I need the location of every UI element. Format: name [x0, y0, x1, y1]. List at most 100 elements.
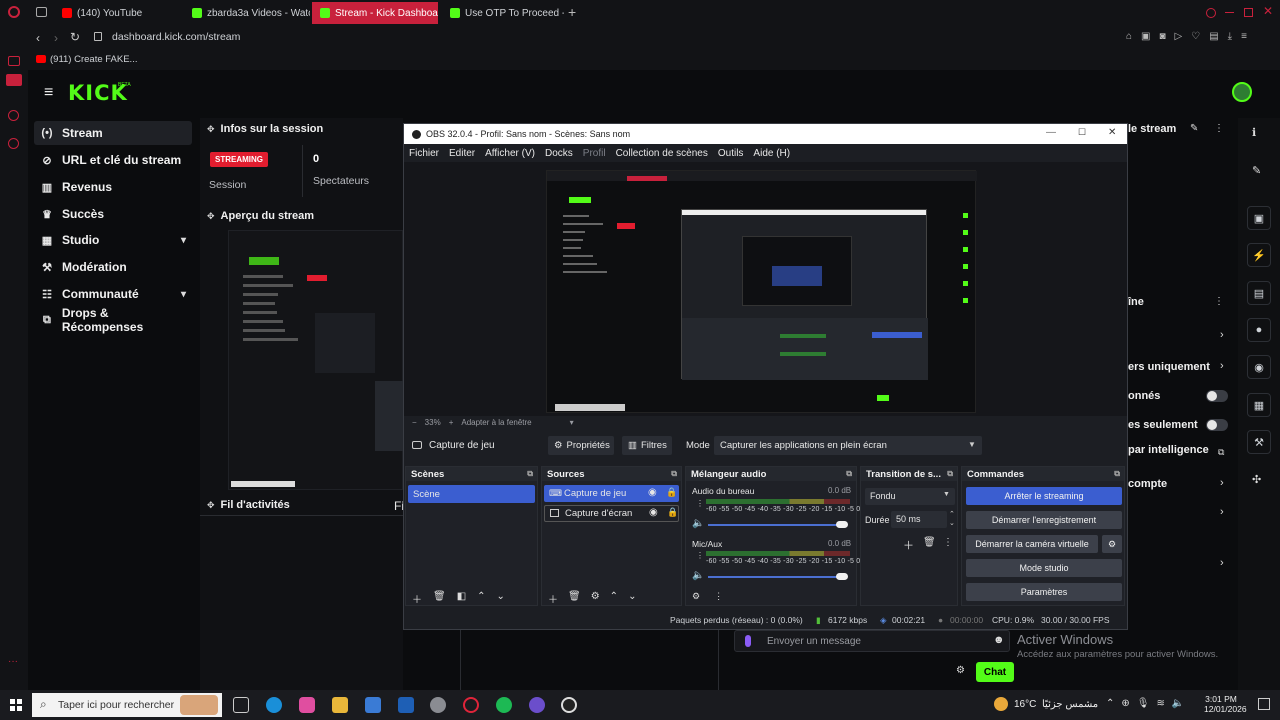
obs-taskbar-icon[interactable]	[561, 697, 577, 713]
add-icon[interactable]: ＋	[412, 591, 422, 606]
eye-icon[interactable]: ◉	[649, 507, 658, 518]
info-icon[interactable]: ℹ	[1252, 126, 1256, 139]
sidebar-apps-icon[interactable]	[8, 56, 20, 66]
chat-input[interactable]: Envoyer un message ☻	[734, 630, 1010, 652]
close-window-icon[interactable]: ✕	[1108, 127, 1116, 138]
trash-icon[interactable]: 🗑	[568, 591, 581, 606]
arrow-down-icon[interactable]: ⌄	[628, 591, 636, 606]
edge-icon[interactable]	[266, 697, 282, 713]
apps-icon[interactable]: ✣	[1252, 473, 1261, 486]
chevron-right-icon[interactable]: ›	[1220, 557, 1224, 569]
opera-logo-icon[interactable]	[8, 6, 20, 18]
reload-icon[interactable]: ↻	[70, 30, 80, 44]
more-options-icon[interactable]: ⋮	[1214, 123, 1224, 134]
copilot-icon[interactable]	[299, 697, 315, 713]
capture-mode-select[interactable]: Capturer les applications en plein écran…	[714, 436, 982, 455]
filter-icon[interactable]: ◧	[457, 591, 466, 606]
sidebar-item-drops[interactable]: ⧉ Drops & Récompenses	[34, 306, 192, 334]
add-icon[interactable]: ＋	[548, 591, 558, 606]
maximize-window-icon[interactable]	[1244, 8, 1253, 17]
undock-icon[interactable]: ⧉	[1114, 469, 1120, 479]
sidebar-item-community[interactable]: ☷ Communauté ▾	[34, 282, 192, 306]
settings-gear-icon[interactable]: ⚙	[956, 665, 965, 676]
studio-mode-button[interactable]: Mode studio	[966, 559, 1122, 577]
undock-icon[interactable]: ⧉	[671, 469, 677, 479]
fit-window-button[interactable]: Adapter à la fenêtre	[461, 418, 531, 427]
sidebar-more-icon[interactable]: ···	[8, 656, 18, 667]
opera-menu-icon[interactable]	[1206, 8, 1216, 18]
app-icon[interactable]	[430, 697, 446, 713]
minimize-window-icon[interactable]	[1225, 12, 1234, 13]
back-icon[interactable]: ‹	[36, 31, 40, 45]
move-handle-icon[interactable]: ✥	[207, 124, 215, 135]
wrench-icon[interactable]: ⚒	[1247, 430, 1271, 454]
mail-icon[interactable]	[398, 697, 414, 713]
followers-toggle[interactable]	[1206, 419, 1228, 431]
sidebar-whatsapp-icon[interactable]	[8, 138, 19, 149]
opera-icon[interactable]	[463, 697, 479, 713]
speaker-icon[interactable]: 🔈	[692, 518, 704, 529]
microphone-icon[interactable]	[745, 635, 751, 647]
opera-gx-icon[interactable]	[529, 697, 545, 713]
url-field[interactable]: dashboard.kick.com/stream	[112, 31, 240, 43]
start-recording-button[interactable]: Démarrer l'enregistrement	[966, 511, 1122, 529]
menu-view[interactable]: Afficher (V)	[480, 148, 540, 159]
pin-icon[interactable]: ⌂	[1126, 31, 1132, 42]
stream-preview[interactable]	[228, 230, 404, 490]
speaker-icon[interactable]: 🔈	[692, 570, 704, 581]
channel-options-icon[interactable]: ⋮	[696, 551, 704, 560]
stop-streaming-button[interactable]: Arrêter le streaming	[966, 487, 1122, 505]
chat-bubble-icon[interactable]: ●	[1247, 318, 1271, 342]
volume-slider-knob[interactable]	[836, 521, 848, 528]
duration-stepper[interactable]: ⌃ ⌄	[949, 510, 955, 528]
sidebar-item-achievements[interactable]: ♛ Succès	[34, 202, 192, 226]
advanced-audio-icon[interactable]: ⚙	[692, 591, 700, 602]
transition-select[interactable]: Fondu ▼	[865, 488, 955, 505]
sidebar-item-revenue[interactable]: ▥ Revenus	[34, 175, 192, 199]
chevron-up-icon[interactable]: ⌃	[1106, 698, 1114, 709]
sidebar-item-stream[interactable]: (•) Stream	[34, 121, 192, 145]
file-explorer-icon[interactable]	[332, 697, 348, 713]
menu-help[interactable]: Aide (H)	[748, 148, 795, 159]
more-options-icon[interactable]: ⋮	[943, 537, 953, 548]
menu-tools[interactable]: Outils	[713, 148, 749, 159]
bookmark-item[interactable]: (911) Create FAKE...	[50, 54, 137, 65]
windows-start-icon[interactable]	[10, 699, 22, 711]
source-item-game-capture[interactable]: ⌨ Capture de jeu ◉ 🔒	[544, 485, 679, 502]
taskbar-search-box[interactable]: ⌕ Taper ici pour rechercher	[32, 693, 222, 717]
microphone-icon[interactable]: 🎙	[1137, 698, 1150, 709]
emoji-icon[interactable]: ☻	[993, 634, 1005, 646]
avatar[interactable]	[1232, 82, 1252, 102]
source-item-screen-capture[interactable]: Capture d'écran ◉ 🔒	[544, 505, 679, 522]
arrow-down-icon[interactable]: ⌄	[497, 591, 505, 606]
virtual-camera-settings-gear-icon[interactable]: ⚙	[1102, 535, 1122, 553]
chevron-right-icon[interactable]: ›	[1220, 506, 1224, 518]
sidebar-item-studio[interactable]: ▦ Studio ▾	[34, 228, 192, 252]
menu-file[interactable]: Fichier	[404, 148, 444, 159]
tab-kick-dashboard[interactable]: Stream - Kick Dashboard ✕	[312, 2, 438, 24]
wallet-icon[interactable]: ▤	[1209, 31, 1218, 42]
trash-icon[interactable]: 🗑	[923, 537, 936, 548]
obs-preview-area[interactable]	[404, 162, 1127, 416]
trash-icon[interactable]: 🗑	[433, 591, 446, 606]
minimize-window-icon[interactable]: —	[1046, 127, 1056, 138]
chevron-right-icon[interactable]: ›	[1220, 477, 1224, 489]
play-icon[interactable]: ▷	[1175, 31, 1183, 42]
obs-preview-canvas[interactable]	[546, 170, 977, 413]
filters-button[interactable]: ▥ Filtres	[622, 436, 672, 455]
volume-icon[interactable]: 🔈	[1172, 698, 1184, 709]
volume-slider-knob[interactable]	[836, 573, 848, 580]
pencil-icon[interactable]: ✎	[1252, 164, 1261, 177]
screenshot-icon[interactable]: ▣	[1141, 31, 1150, 42]
sidebar-messenger-icon[interactable]	[8, 110, 19, 121]
undock-icon[interactable]: ⧉	[846, 469, 852, 479]
camera-icon[interactable]: ◙	[1160, 31, 1166, 42]
chevron-right-icon[interactable]: ›	[1220, 329, 1224, 341]
sidebar-item-url-key[interactable]: ⊘ URL et clé du stream	[34, 148, 192, 172]
download-icon[interactable]: ⤓	[1228, 31, 1232, 42]
more-options-icon[interactable]: ⋮	[714, 591, 723, 602]
menu-scene-collection[interactable]: Collection de scènes	[611, 148, 713, 159]
external-link-icon[interactable]: ⧉	[1218, 447, 1224, 458]
screen-icon[interactable]: ▣	[1247, 206, 1271, 230]
chevron-right-icon[interactable]: ›	[1220, 360, 1224, 372]
